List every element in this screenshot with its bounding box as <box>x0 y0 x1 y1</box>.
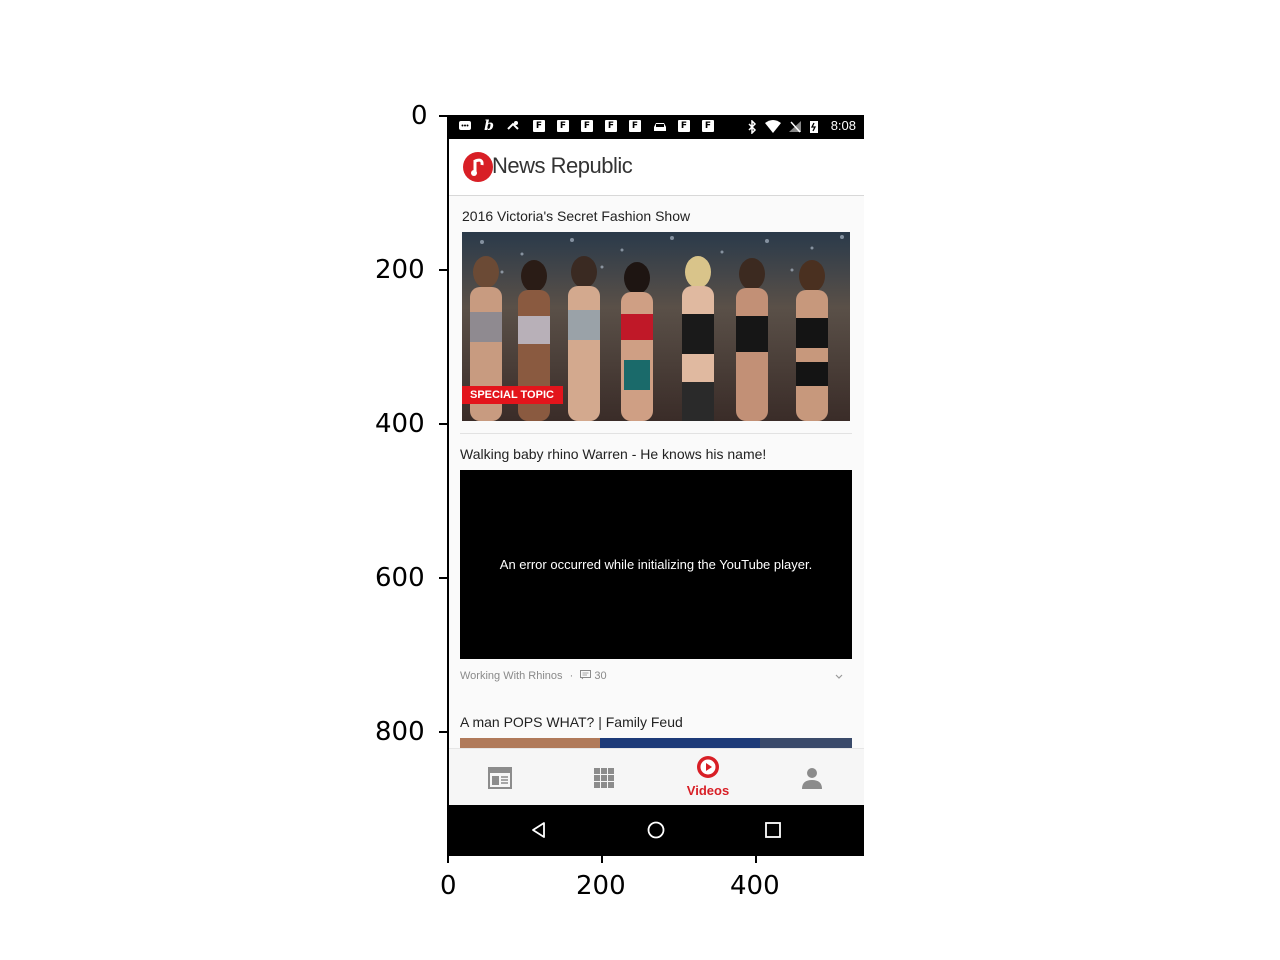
car-icon <box>652 120 666 133</box>
flipboard-icon: F <box>678 120 690 132</box>
phone-screen: b F F F F F F F 8:08 News Republic 2016 … <box>448 115 864 855</box>
player-error-message: An error occurred while initializing the… <box>499 557 813 572</box>
axis-spine-left <box>447 115 449 855</box>
nav-label-videos: Videos <box>686 783 730 798</box>
app-title: News Republic <box>492 153 633 178</box>
video-source[interactable]: Working With Rhinos <box>460 670 563 682</box>
flipboard-icon: F <box>581 120 593 132</box>
comment-count: 30 <box>594 670 607 682</box>
home-icon[interactable] <box>647 821 665 843</box>
y-tick-label: 0 <box>411 101 428 131</box>
flipboard-icon: F <box>629 120 641 132</box>
bottom-navigation: Videos <box>448 748 864 806</box>
axis-spine-bottom <box>447 854 864 856</box>
meta-separator: · <box>569 670 574 682</box>
video-meta: Working With Rhinos · 30 <box>460 670 607 683</box>
y-tick-label: 800 <box>375 717 425 747</box>
system-navigation-bar <box>448 805 864 855</box>
news-republic-logo-icon[interactable] <box>463 152 493 182</box>
y-tick-mark <box>439 423 447 425</box>
y-tick-mark <box>439 577 447 579</box>
y-tick-mark <box>439 115 447 117</box>
news-feed-icon <box>488 767 512 793</box>
battery-icon <box>809 120 819 133</box>
special-topic-badge: SPECIAL TOPIC <box>462 386 563 404</box>
app-bar: News Republic <box>448 139 864 196</box>
y-tick-label: 600 <box>375 563 425 593</box>
bing-icon: b <box>484 118 494 134</box>
chevron-down-icon[interactable] <box>832 668 846 682</box>
flipboard-icon: F <box>557 120 569 132</box>
y-tick-mark <box>439 731 447 733</box>
no-signal-icon <box>788 120 802 133</box>
y-tick-label: 200 <box>375 255 425 285</box>
recents-icon[interactable] <box>764 821 782 843</box>
message-icon <box>458 120 472 133</box>
comment-icon <box>580 670 592 683</box>
x-tick-mark <box>601 855 603 863</box>
card-divider <box>460 433 852 434</box>
flipboard-icon: F <box>702 120 714 132</box>
family-feud-image[interactable] <box>460 738 852 748</box>
youtube-player[interactable]: An error occurred while initializing the… <box>460 470 852 659</box>
back-icon[interactable] <box>530 821 548 843</box>
maps-icon <box>506 120 520 133</box>
nav-item-news[interactable] <box>448 749 552 806</box>
flipboard-icon: F <box>533 120 545 132</box>
grid-icon <box>593 767 615 793</box>
nav-item-profile[interactable] <box>760 749 864 806</box>
clock-time: 8:08 <box>830 118 856 133</box>
x-tick-label: 400 <box>730 871 780 901</box>
bluetooth-icon <box>745 119 759 135</box>
x-tick-mark <box>755 855 757 863</box>
plot-axes: b F F F F F F F 8:08 News Republic 2016 … <box>447 115 864 856</box>
status-bar: b F F F F F F F 8:08 <box>448 115 864 139</box>
card-title[interactable]: A man POPS WHAT? | Family Feud <box>460 714 683 730</box>
y-tick-mark <box>439 269 447 271</box>
card-title[interactable]: 2016 Victoria's Secret Fashion Show <box>462 208 690 224</box>
y-tick-label: 400 <box>375 409 425 439</box>
x-tick-label: 0 <box>440 871 457 901</box>
nav-item-videos[interactable]: Videos <box>656 749 760 806</box>
play-circle-icon <box>696 755 720 783</box>
nav-item-categories[interactable] <box>552 749 656 806</box>
x-tick-mark <box>447 855 449 863</box>
wifi-icon <box>764 120 782 133</box>
news-feed[interactable]: 2016 Victoria's Secret Fashion Show SPEC… <box>448 196 864 748</box>
x-tick-label: 200 <box>576 871 626 901</box>
person-icon <box>800 766 824 794</box>
flipboard-icon: F <box>605 120 617 132</box>
card-title[interactable]: Walking baby rhino Warren - He knows his… <box>460 446 766 462</box>
